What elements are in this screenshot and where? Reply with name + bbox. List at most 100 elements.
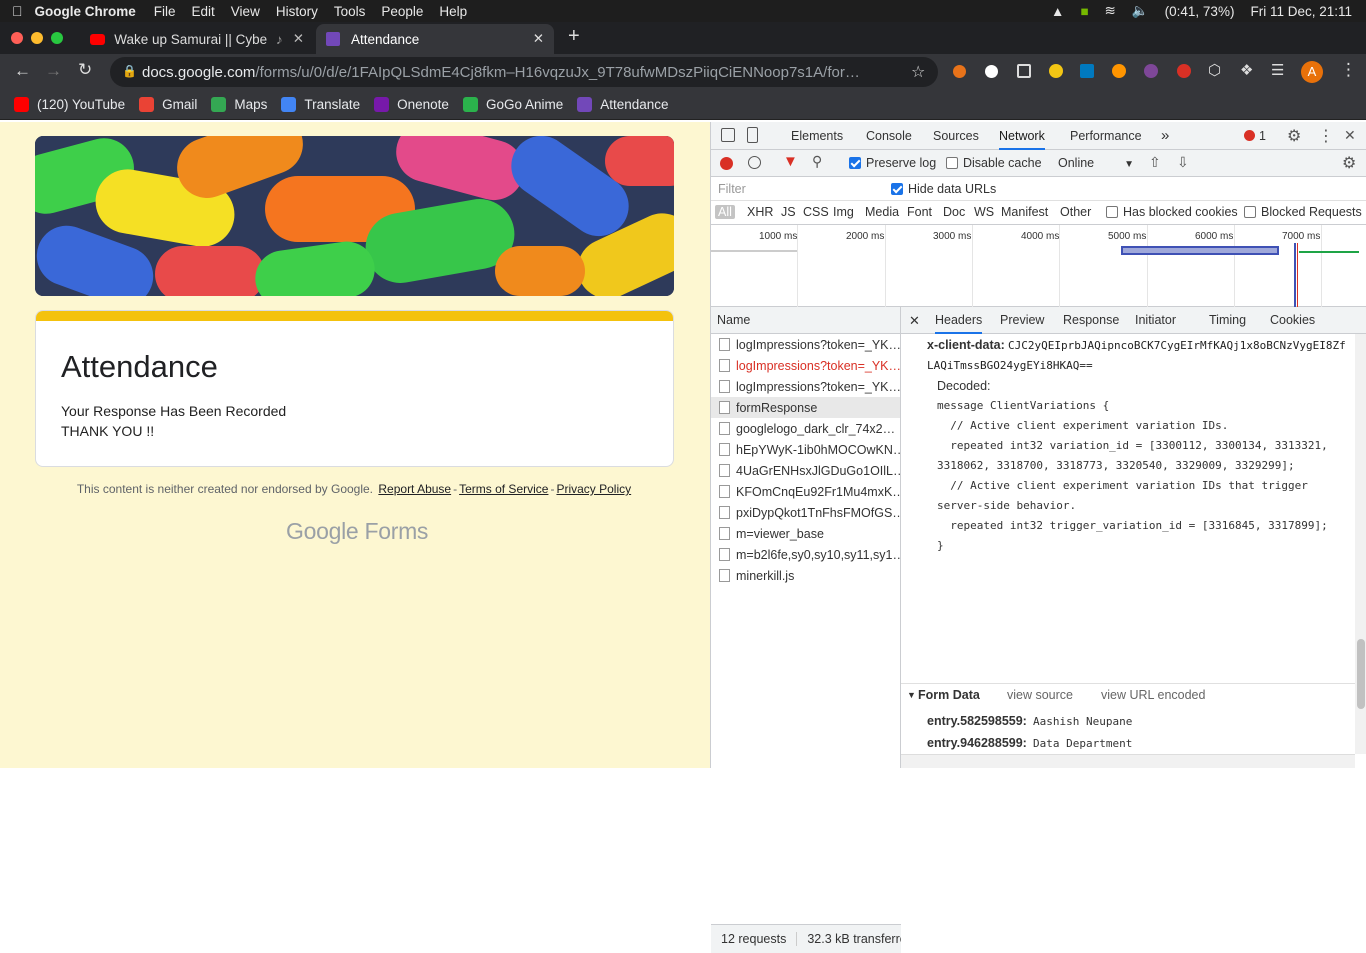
volume-icon[interactable]: 🔈 [1124,3,1157,19]
menu-history[interactable]: History [268,4,326,19]
more-tabs-icon[interactable]: » [1161,122,1169,150]
blocked-requests-checkbox[interactable]: Blocked Requests [1244,205,1362,219]
name-column-header[interactable]: Name [711,307,900,334]
devtools-close-icon[interactable]: ✕ [1344,127,1356,144]
minimize-window-button[interactable] [31,32,43,44]
bookmark-onenote[interactable]: Onenote [374,97,449,112]
tab-close-icon[interactable]: ✕ [533,31,544,47]
clear-icon[interactable] [748,156,761,169]
filter-media[interactable]: Media [865,205,899,219]
disable-cache-checkbox[interactable]: Disable cache [946,156,1042,170]
request-row[interactable]: logImpressions?token=_YK… [711,334,900,355]
tab-initiator[interactable]: Initiator [1135,307,1176,334]
tab-youtube[interactable]: Wake up Samurai || Cybe ♪ ✕ [80,24,314,54]
audio-icon[interactable]: ♪ [276,32,283,47]
tab-elements[interactable]: Elements [791,122,843,150]
apple-icon[interactable]:  [0,3,31,19]
notification-icon[interactable]: ▲ [1043,4,1072,19]
import-har-icon[interactable]: ⇧ [1149,154,1161,171]
filter-input[interactable]: Filter [718,182,878,196]
filter-doc[interactable]: Doc [943,205,965,219]
export-har-icon[interactable]: ⇩ [1177,154,1189,171]
extension-fox-icon[interactable] [953,65,966,78]
request-row[interactable]: minerkill.js [711,565,900,586]
request-row[interactable]: formResponse [711,397,900,418]
menu-help[interactable]: Help [431,4,475,19]
request-row[interactable]: m=viewer_base [711,523,900,544]
terms-link[interactable]: Terms of Service [459,482,548,496]
request-row[interactable]: hEpYWyK-1ib0hMOCOwKN… [711,439,900,460]
extension-trello-icon[interactable] [1080,64,1094,78]
vertical-scrollbar[interactable] [1355,334,1366,754]
horizontal-scrollbar[interactable] [901,754,1355,768]
tab-network[interactable]: Network [999,122,1045,150]
scrollbar-thumb[interactable] [1357,639,1365,709]
report-abuse-link[interactable]: Report Abuse [378,482,451,496]
filter-css[interactable]: CSS [803,205,829,219]
filter-funnel-icon[interactable]: ▼ [783,153,798,170]
preserve-log-checkbox[interactable]: Preserve log [849,156,936,170]
tab-close-icon[interactable]: ✕ [293,31,304,47]
inspect-icon[interactable] [721,128,735,142]
request-row[interactable]: logImpressions?token=_YK… [711,355,900,376]
tab-sources[interactable]: Sources [933,122,979,150]
forward-icon[interactable]: → [45,61,62,81]
extension-block-icon[interactable] [1177,64,1191,78]
wifi-icon[interactable]: ≋ [1097,3,1124,19]
menu-people[interactable]: People [373,4,431,19]
network-timeline-overview[interactable]: 1000 ms 2000 ms 3000 ms 4000 ms 5000 ms … [711,225,1366,307]
filter-xhr[interactable]: XHR [747,205,773,219]
view-url-encoded-link[interactable]: view URL encoded [1101,688,1205,702]
filter-manifest[interactable]: Manifest [1001,205,1048,219]
lock-icon[interactable]: 🔒 [122,64,137,78]
request-row[interactable]: logImpressions?token=_YK… [711,376,900,397]
bookmark-maps[interactable]: Maps [211,97,267,112]
filter-js[interactable]: JS [781,205,796,219]
filter-all[interactable]: All [715,205,735,219]
reload-icon[interactable]: ↻ [78,60,92,80]
nvidia-icon[interactable]: ■ [1072,4,1096,19]
has-blocked-cookies-checkbox[interactable]: Has blocked cookies [1106,205,1238,219]
menu-file[interactable]: File [146,4,184,19]
record-icon[interactable] [720,157,733,170]
bookmark-translate[interactable]: Translate [281,97,360,112]
tab-preview[interactable]: Preview [1000,307,1044,334]
tab-timing[interactable]: Timing [1209,307,1246,334]
filter-other[interactable]: Other [1060,205,1091,219]
device-toggle-icon[interactable] [747,127,758,143]
extension-firefox-icon[interactable] [1112,64,1126,78]
app-name[interactable]: Google Chrome [31,4,146,19]
form-data-title[interactable]: Form Data [918,688,980,702]
bookmark-attendance[interactable]: Attendance [577,97,669,112]
extensions-puzzle-icon[interactable]: ❖ [1240,61,1253,79]
filter-ws[interactable]: WS [974,205,994,219]
bookmark-gogoanime[interactable]: GoGo Anime [462,97,563,112]
error-count[interactable]: 1 [1259,122,1266,150]
privacy-link[interactable]: Privacy Policy [556,482,631,496]
request-row[interactable]: pxiDypQkot1TnFhsFMOfGS… [711,502,900,523]
google-forms-logo[interactable]: Google Forms [286,518,428,545]
extension-tor-icon[interactable] [1144,64,1158,78]
close-detail-icon[interactable]: ✕ [909,313,920,329]
bookmark-youtube[interactable]: (120) YouTube [14,97,125,112]
extension-search-icon[interactable] [1017,64,1031,78]
network-settings-icon[interactable]: ⚙ [1342,153,1356,173]
tab-performance[interactable]: Performance [1070,122,1142,150]
zoom-window-button[interactable] [51,32,63,44]
extension-cube-icon[interactable]: ⬡ [1208,61,1221,79]
bookmark-gmail[interactable]: Gmail [139,97,197,112]
tab-console[interactable]: Console [866,122,912,150]
filter-font[interactable]: Font [907,205,932,219]
filter-img[interactable]: Img [833,205,854,219]
tab-attendance[interactable]: Attendance ✕ [316,24,554,54]
view-source-link[interactable]: view source [1007,688,1073,702]
chrome-menu-icon[interactable]: ⋮ [1340,60,1357,80]
address-bar[interactable]: 🔒 docs.google.com/forms/u/0/d/e/1FAIpQLS… [110,57,938,87]
tab-cookies[interactable]: Cookies [1270,307,1315,334]
profile-avatar[interactable]: A [1301,61,1323,83]
tab-headers[interactable]: Headers [935,307,983,334]
close-window-button[interactable] [11,32,23,44]
new-tab-icon[interactable]: + [568,25,580,48]
extension-ghostery-icon[interactable] [985,65,998,78]
extension-owl-icon[interactable] [1049,64,1063,78]
